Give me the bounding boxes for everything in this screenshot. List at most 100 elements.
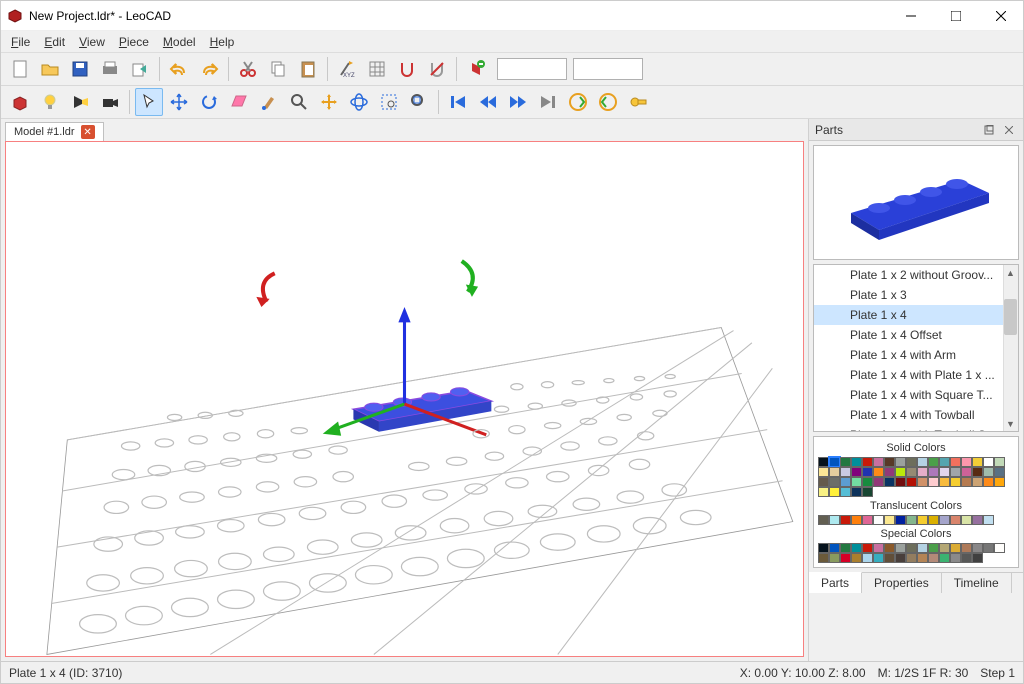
color-swatch[interactable] — [851, 487, 862, 497]
color-swatch[interactable] — [884, 515, 895, 525]
undo-button[interactable] — [165, 55, 193, 83]
color-swatch[interactable] — [983, 515, 994, 525]
list-item[interactable]: Plate 1 x 4 Offset — [814, 325, 1018, 345]
color-swatch[interactable] — [851, 477, 862, 487]
color-swatch[interactable] — [873, 543, 884, 553]
color-swatch[interactable] — [840, 543, 851, 553]
close-button[interactable] — [978, 1, 1023, 31]
color-swatch[interactable] — [840, 467, 851, 477]
menu-edit[interactable]: Edit — [38, 33, 71, 51]
color-swatch[interactable] — [950, 553, 961, 563]
list-item[interactable]: Plate 1 x 4 with Plate 1 x ... — [814, 365, 1018, 385]
zoom-region-button[interactable] — [375, 88, 403, 116]
color-swatch[interactable] — [939, 543, 950, 553]
zoom-tool-button[interactable] — [285, 88, 313, 116]
transform-input-y[interactable] — [573, 58, 643, 80]
export-button[interactable] — [126, 55, 154, 83]
color-swatch[interactable] — [972, 553, 983, 563]
minimize-button[interactable] — [888, 1, 933, 31]
scroll-down-icon[interactable]: ▼ — [1003, 416, 1018, 431]
color-swatch[interactable] — [851, 467, 862, 477]
color-swatch[interactable] — [950, 467, 961, 477]
color-swatch[interactable] — [829, 553, 840, 563]
prev-step-button[interactable] — [474, 88, 502, 116]
color-swatch[interactable] — [917, 543, 928, 553]
rotate-tool-button[interactable] — [195, 88, 223, 116]
color-swatch[interactable] — [961, 467, 972, 477]
color-swatch[interactable] — [928, 467, 939, 477]
color-swatch[interactable] — [818, 553, 829, 563]
list-item[interactable]: Plate 1 x 4 with Towball — [814, 405, 1018, 425]
pane-close-icon[interactable] — [1001, 123, 1017, 137]
color-swatch[interactable] — [961, 515, 972, 525]
color-swatch[interactable] — [994, 467, 1005, 477]
orbit-tool-button[interactable] — [345, 88, 373, 116]
paint-tool-button[interactable] — [255, 88, 283, 116]
tab-timeline[interactable]: Timeline — [942, 573, 1012, 593]
color-swatch[interactable] — [983, 457, 994, 467]
color-swatch[interactable] — [950, 477, 961, 487]
color-swatch[interactable] — [939, 457, 950, 467]
color-swatch[interactable] — [873, 515, 884, 525]
color-swatch[interactable] — [972, 515, 983, 525]
insert-piece-button[interactable] — [6, 88, 34, 116]
color-swatch[interactable] — [895, 467, 906, 477]
color-swatch[interactable] — [840, 515, 851, 525]
scroll-up-icon[interactable]: ▲ — [1003, 265, 1018, 280]
first-step-button[interactable] — [444, 88, 472, 116]
viewport-3d[interactable] — [5, 141, 804, 657]
list-item[interactable]: Plate 1 x 2 without Groov... — [814, 265, 1018, 285]
color-swatch[interactable] — [884, 477, 895, 487]
color-swatch[interactable] — [829, 477, 840, 487]
color-swatch[interactable] — [961, 477, 972, 487]
copy-button[interactable] — [264, 55, 292, 83]
color-swatch[interactable] — [873, 467, 884, 477]
color-swatch[interactable] — [862, 553, 873, 563]
viewport-tab[interactable]: Model #1.ldr ✕ — [5, 122, 104, 141]
color-swatch[interactable] — [818, 487, 829, 497]
color-swatch[interactable] — [840, 457, 851, 467]
part-preview[interactable] — [813, 145, 1019, 260]
list-item[interactable]: Plate 1 x 3 — [814, 285, 1018, 305]
color-swatch[interactable] — [983, 477, 994, 487]
color-swatch[interactable] — [840, 477, 851, 487]
color-swatch[interactable] — [895, 543, 906, 553]
select-tool-button[interactable] — [135, 88, 163, 116]
new-button[interactable] — [6, 55, 34, 83]
color-swatch[interactable] — [983, 467, 994, 477]
color-swatch[interactable] — [851, 553, 862, 563]
open-button[interactable] — [36, 55, 64, 83]
print-button[interactable] — [96, 55, 124, 83]
color-swatch[interactable] — [972, 457, 983, 467]
transform-relative-button[interactable]: XYZ — [333, 55, 361, 83]
color-swatch[interactable] — [994, 543, 1005, 553]
color-swatch[interactable] — [895, 515, 906, 525]
color-swatch[interactable] — [895, 553, 906, 563]
color-swatch[interactable] — [928, 515, 939, 525]
color-swatch[interactable] — [972, 543, 983, 553]
color-swatch[interactable] — [972, 477, 983, 487]
color-swatch[interactable] — [818, 467, 829, 477]
color-swatch[interactable] — [939, 477, 950, 487]
color-swatch[interactable] — [895, 477, 906, 487]
color-swatch[interactable] — [862, 467, 873, 477]
color-swatch[interactable] — [840, 487, 851, 497]
list-item[interactable]: Plate 1 x 4 with Arm — [814, 345, 1018, 365]
color-swatch[interactable] — [906, 515, 917, 525]
save-button[interactable] — [66, 55, 94, 83]
snap-move-button[interactable] — [393, 55, 421, 83]
parts-list[interactable]: Plate 1 x 2 without Groov... Plate 1 x 3… — [813, 264, 1019, 432]
color-swatch[interactable] — [906, 543, 917, 553]
color-swatch[interactable] — [884, 467, 895, 477]
color-swatch[interactable] — [906, 477, 917, 487]
transform-input-x[interactable] — [497, 58, 567, 80]
color-swatch[interactable] — [994, 477, 1005, 487]
color-swatch[interactable] — [862, 515, 873, 525]
color-swatch[interactable] — [972, 467, 983, 477]
color-swatch[interactable] — [851, 543, 862, 553]
color-swatch[interactable] — [862, 457, 873, 467]
color-swatch[interactable] — [895, 457, 906, 467]
color-swatch[interactable] — [884, 543, 895, 553]
grid-toggle-button[interactable] — [363, 55, 391, 83]
remove-step-button[interactable] — [594, 88, 622, 116]
